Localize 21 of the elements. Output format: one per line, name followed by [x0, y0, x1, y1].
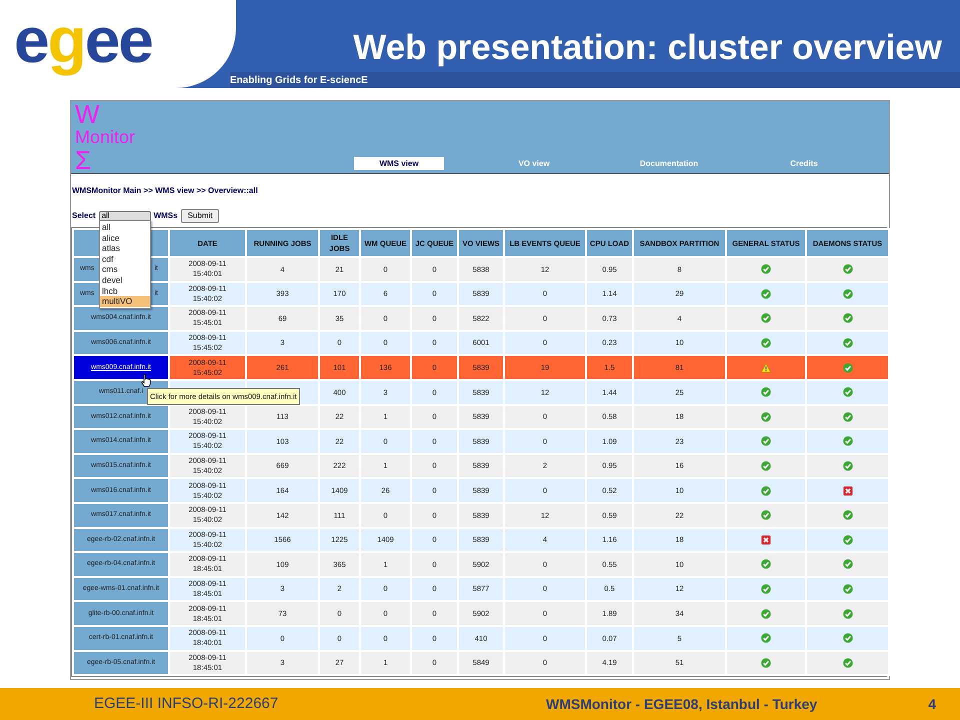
- dropdown-option[interactable]: devel: [100, 274, 150, 286]
- select-suffix: WMSs: [154, 210, 178, 222]
- dropdown-option[interactable]: lhcb: [100, 286, 150, 296]
- submit-button[interactable]: Submit: [180, 209, 220, 223]
- wmsmonitor-logo: W Monitor Σ: [74, 103, 136, 173]
- dropdown-option[interactable]: atlas: [100, 243, 150, 254]
- vo-select[interactable]: all: [98, 210, 151, 222]
- hand-cursor-icon: [141, 374, 151, 387]
- breadcrumb[interactable]: WMSMonitor Main >> WMS view >> Overview::all: [72, 185, 258, 197]
- tagline: Enabling Grids for E-sciencE: [230, 74, 368, 88]
- footer-left: EGEE-III INFSO-RI-222667: [94, 694, 280, 714]
- dropdown-option[interactable]: cdf: [100, 254, 150, 264]
- page-number: 4: [928, 694, 936, 714]
- dropdown-option[interactable]: cms: [100, 264, 150, 275]
- nav-tab[interactable]: WMS view: [354, 157, 444, 170]
- dropdown-option[interactable]: multiVO: [100, 296, 150, 307]
- slide-title: Web presentation: cluster overview: [352, 27, 943, 69]
- select-label: Select: [72, 210, 96, 222]
- dropdown-option[interactable]: all: [100, 222, 150, 233]
- footer-center: WMSMonitor - EGEE08, Istanbul - Turkey: [546, 694, 818, 714]
- dropdown-option[interactable]: alice: [100, 232, 150, 244]
